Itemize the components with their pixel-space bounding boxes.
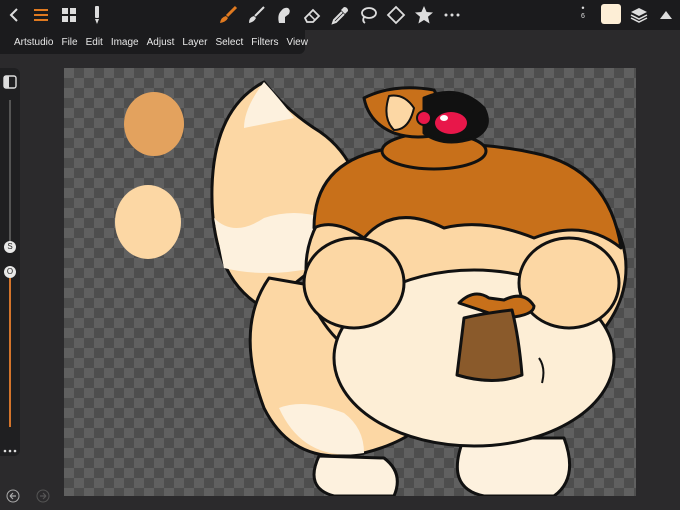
menu-bar: Artstudio File Edit Image Adjust Layer S… [0,30,308,54]
size-slider-knob[interactable]: S [4,241,16,253]
star-icon[interactable] [412,3,436,27]
menu-layer[interactable]: Layer [182,37,207,48]
character-left-foot [312,454,399,496]
more-icon[interactable] [3,440,17,453]
brush-size-value: 6 [581,13,585,20]
collapse-icon[interactable] [654,3,678,27]
size-slider-label: S [7,242,13,251]
panel-toggle-icon[interactable] [3,75,17,89]
side-panel: S O [0,68,20,456]
drawing-canvas[interactable] [64,68,636,496]
grid-icon[interactable] [57,3,81,27]
smudge-icon[interactable] [272,3,296,27]
menu-adjust[interactable]: Adjust [147,37,175,48]
pencil-icon[interactable] [85,3,109,27]
lasso-icon[interactable] [356,3,380,27]
undo-icon[interactable] [6,489,20,503]
layers-icon[interactable] [627,3,651,27]
character-bag [455,308,524,382]
menu-view[interactable]: View [286,37,308,48]
back-icon[interactable] [2,3,26,27]
artwork [115,80,628,496]
menu-icon[interactable] [29,3,53,27]
current-color-swatch[interactable] [601,4,621,24]
menu-artstudio[interactable]: Artstudio [14,37,53,48]
menu-filters[interactable]: Filters [251,37,278,48]
redo-icon[interactable] [36,489,50,503]
transform-icon[interactable] [384,3,408,27]
palette-swatch-orange [124,92,184,156]
size-slider-track[interactable] [9,100,11,250]
palette-swatch-cream [115,185,181,259]
opacity-slider-label: O [6,267,14,276]
menu-file[interactable]: File [61,37,77,48]
opacity-slider-track[interactable] [9,272,11,427]
paintbrush-icon[interactable] [244,3,268,27]
opacity-slider-knob[interactable]: O [4,266,16,278]
eraser-icon[interactable] [300,3,324,27]
menu-select[interactable]: Select [215,37,243,48]
menu-edit[interactable]: Edit [86,37,103,48]
top-toolbar: • 6 [0,0,680,30]
eyedropper-icon[interactable] [328,3,352,27]
menu-image[interactable]: Image [111,37,139,48]
brush-icon[interactable] [216,3,240,27]
more-icon[interactable] [440,3,464,27]
brush-size-indicator[interactable]: • 6 [578,4,588,21]
